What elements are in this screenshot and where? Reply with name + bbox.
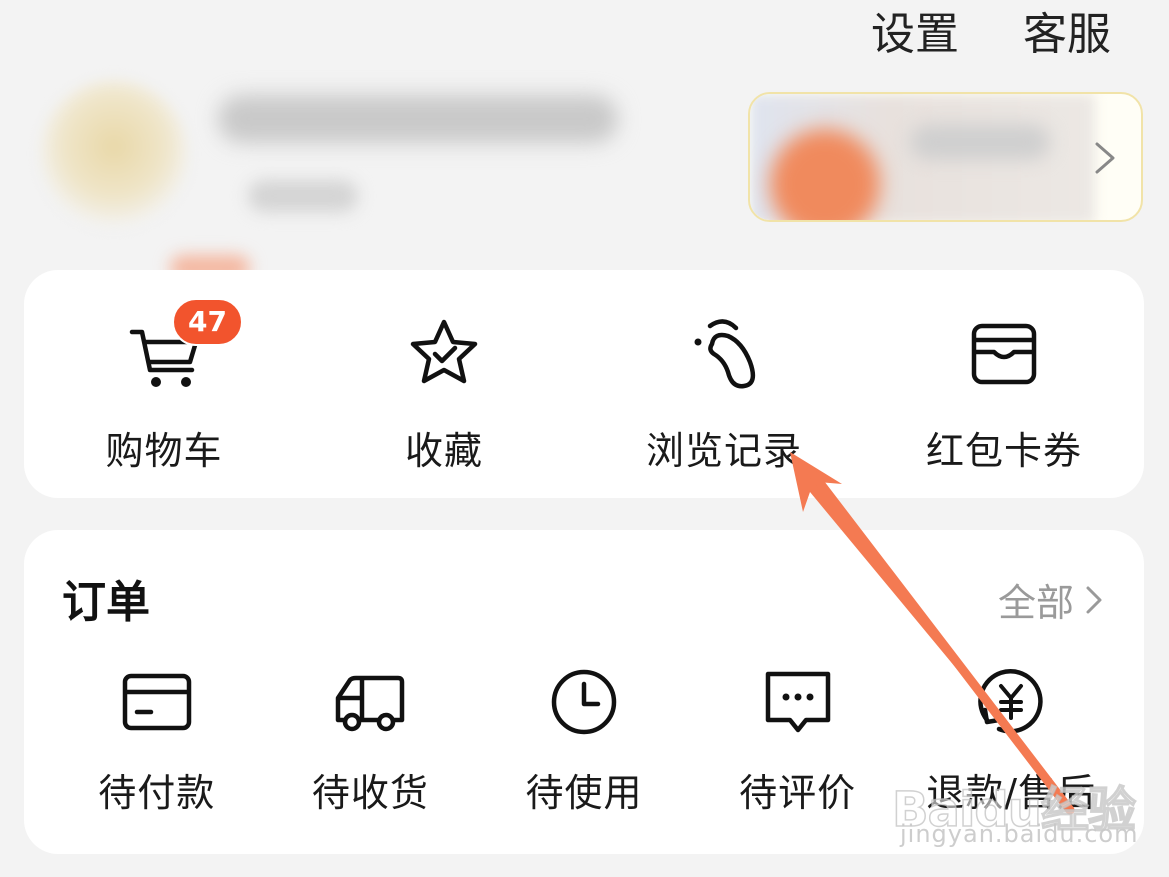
clock-icon xyxy=(551,669,617,735)
quick-link-label: 购物车 xyxy=(105,429,223,473)
avatar[interactable] xyxy=(40,80,188,228)
star-icon xyxy=(410,319,478,384)
user-subtitle-blurred xyxy=(248,180,358,212)
promo-card[interactable] xyxy=(748,92,1143,222)
order-status-pending-receipt[interactable]: 待收货 xyxy=(264,664,478,817)
watermark-url: jingyan.baidu.com xyxy=(900,820,1139,848)
cart-count-badge: 47 xyxy=(172,298,243,346)
orders-title: 订单 xyxy=(62,577,150,628)
order-status-label: 待评价 xyxy=(739,771,857,815)
promo-text-blurred xyxy=(910,124,1050,160)
quick-link-cart[interactable]: 47 购物车 xyxy=(24,298,304,475)
chevron-right-icon xyxy=(1086,586,1102,613)
order-status-label: 待使用 xyxy=(525,771,643,815)
quick-link-coupons[interactable]: 红包卡券 xyxy=(864,298,1144,475)
customer-service-link[interactable]: 客服 xyxy=(1023,8,1111,62)
order-status-label: 待收货 xyxy=(311,771,429,815)
quick-link-label: 红包卡券 xyxy=(925,429,1082,473)
comment-icon xyxy=(765,671,830,733)
all-orders-link[interactable]: 全部 xyxy=(998,572,1106,627)
order-status-pending-payment[interactable]: 待付款 xyxy=(50,664,264,817)
refund-icon xyxy=(978,669,1043,734)
quick-link-label: 收藏 xyxy=(404,429,483,473)
quick-link-history[interactable]: 浏览记录 xyxy=(584,298,864,475)
wallet-icon xyxy=(971,323,1037,385)
order-status-to-use[interactable]: 待使用 xyxy=(477,664,691,817)
order-status-to-review[interactable]: 待评价 xyxy=(691,664,905,817)
top-links: 设置 客服 xyxy=(871,8,1111,62)
settings-link[interactable]: 设置 xyxy=(871,8,959,62)
quick-links-card: 47 购物车 收藏 浏览记录 红包卡券 xyxy=(24,270,1144,498)
all-orders-label: 全部 xyxy=(997,581,1074,625)
card-icon xyxy=(122,673,192,731)
truck-icon xyxy=(336,675,405,732)
quick-link-label: 浏览记录 xyxy=(645,429,802,473)
chevron-right-icon xyxy=(1095,142,1115,174)
quick-link-favorites[interactable]: 收藏 xyxy=(304,298,584,475)
footprint-icon xyxy=(694,319,756,389)
username-blurred xyxy=(218,95,618,143)
order-status-label: 待付款 xyxy=(98,771,216,815)
